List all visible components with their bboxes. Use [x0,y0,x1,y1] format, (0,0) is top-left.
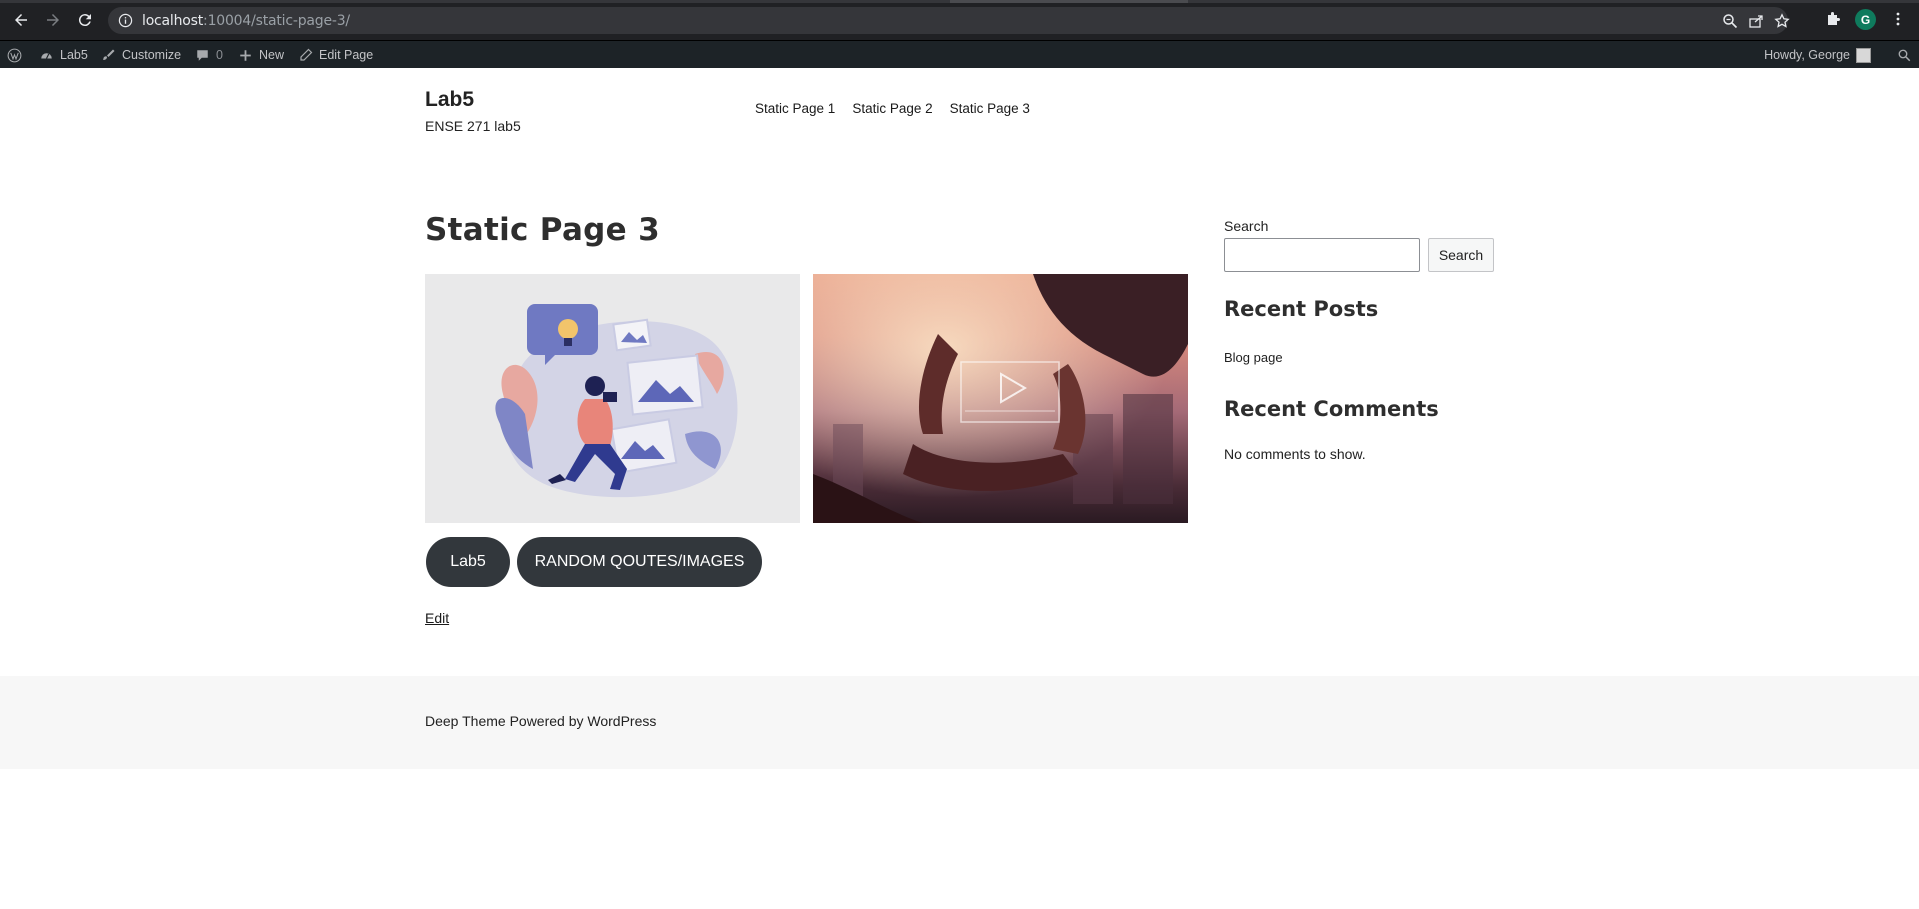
admin-new-link[interactable]: New [238,41,284,69]
bookmark-star-icon[interactable] [1774,13,1790,29]
admin-edit-page-link[interactable]: Edit Page [298,41,373,69]
recent-comments-heading: Recent Comments [1224,397,1439,421]
address-bar[interactable]: localhost:10004/static-page-3/ [108,7,1790,34]
brush-icon [103,49,115,60]
hands-frame-video-image [813,274,1188,523]
profile-avatar[interactable]: G [1855,9,1876,30]
zoom-icon[interactable] [1722,13,1738,29]
site-footer: Deep Theme Powered by WordPress [0,676,1919,769]
illustration-photographer-image [425,274,800,523]
page-title: Static Page 3 [425,212,660,248]
recent-post-link[interactable]: Blog page [1224,350,1283,365]
pencil-icon [300,48,313,61]
dashboard-gauge-icon [41,52,52,59]
admin-account-menu[interactable]: Howdy, George [1764,41,1871,69]
user-avatar [1856,47,1871,63]
back-icon[interactable] [10,9,32,31]
edit-link[interactable]: Edit [425,610,449,626]
forward-icon[interactable] [42,9,64,31]
admin-customize-link[interactable]: Customize [101,41,181,69]
search-label: Search [1224,218,1269,234]
no-comments-text: No comments to show. [1224,446,1366,462]
comment-bubble-icon [197,49,208,61]
admin-customize-label: Customize [122,48,182,62]
plus-icon [240,49,251,61]
footer-credit: Deep Theme Powered by WordPress [425,713,657,729]
reload-icon[interactable] [74,9,96,31]
lab5-button[interactable]: Lab5 [426,537,510,587]
url-path: :10004/static-page-3/ [203,13,350,29]
site-info-icon[interactable] [118,13,133,28]
search-input[interactable] [1224,238,1420,272]
kebab-menu-icon[interactable] [1888,9,1908,29]
menu-item-static-page-3[interactable]: Static Page 3 [950,101,1030,116]
comments-count: 0 [216,48,223,62]
recent-posts-heading: Recent Posts [1224,297,1379,321]
admin-site-label: Lab5 [60,48,88,62]
wp-admin-bar: Lab5 Customize 0 New Edit Page Howdy, Ge… [0,40,1919,68]
tab-strip [0,0,1919,3]
admin-search-icon[interactable] [1897,41,1912,69]
howdy-label: Howdy, George [1764,48,1850,62]
wordpress-logo-icon[interactable] [7,41,22,69]
browser-toolbar: localhost:10004/static-page-3/ G [0,0,1919,40]
url-host: localhost [142,13,204,29]
admin-new-label: New [259,48,285,62]
url-text: localhost:10004/static-page-3/ [142,13,350,29]
search-button[interactable]: Search [1428,238,1494,272]
primary-menu: Static Page 1 Static Page 2 Static Page … [755,101,1030,116]
menu-item-static-page-1[interactable]: Static Page 1 [755,101,835,116]
site-title[interactable]: Lab5 [425,88,474,112]
active-tab-indicator [950,0,1188,3]
extensions-icon[interactable] [1823,9,1843,29]
site-description: ENSE 271 lab5 [425,118,521,134]
admin-site-link[interactable]: Lab5 [39,41,88,69]
admin-comments-link[interactable]: 0 [195,41,223,69]
random-quotes-images-button[interactable]: RANDOM QOUTES/IMAGES [517,537,762,587]
menu-item-static-page-2[interactable]: Static Page 2 [852,101,932,116]
share-icon[interactable] [1748,13,1764,29]
admin-edit-page-label: Edit Page [319,48,374,62]
